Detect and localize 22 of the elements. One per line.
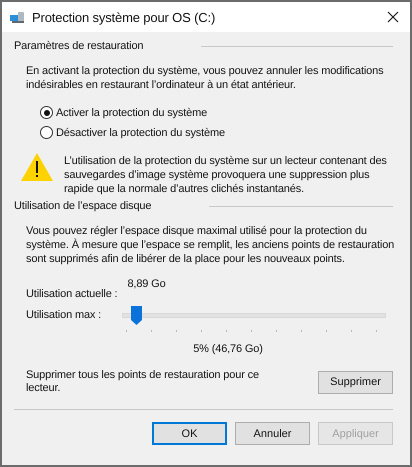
max-usage-reading: 5% (46,76 Go) — [193, 343, 263, 355]
current-usage-value: 8,89 Go — [127, 278, 166, 292]
delete-points-text: Supprimer tous les points de restauration pour ce lecteur. — [26, 369, 260, 395]
close-icon[interactable] — [386, 10, 400, 24]
description-text: En activant la protection du système, vous pouvez annuler les modifications indésirables en restaurant l’ordinateur à un état antérieur. — [26, 64, 384, 92]
dialog-button[interactable]: Annuler — [235, 422, 310, 445]
delete-button[interactable]: Supprimer — [318, 370, 393, 394]
radio-button[interactable] — [40, 106, 53, 119]
window-title: Protection système pour OS (C:) — [32, 10, 216, 24]
radio-option[interactable]: Désactiver la protection du système — [40, 126, 225, 139]
drive-icon — [10, 10, 26, 24]
radio-option[interactable]: Activer la protection du système — [40, 106, 208, 119]
group-heading: Utilisation de l’espace disque — [14, 200, 152, 212]
max-usage-label: Utilisation max : — [26, 308, 102, 321]
dialog-button[interactable]: OK — [152, 422, 227, 445]
radio-button[interactable] — [40, 126, 53, 139]
warning-text: L’utilisation de la protection du système sur un lecteur contenant des sauvegardes d’image système provoquera une suppression plus rapide que la normale d’autres clichés instantanés. — [64, 154, 388, 196]
current-usage-label: Utilisation actuelle : — [26, 288, 118, 300]
slider-thumb[interactable] — [130, 306, 142, 325]
description-text: Vous pouvez régler l’espace disque maximal utilisé pour la protection du système. À mesure que l’espace se remplit, les anciens points de restauration sont supprimés afin de libérer de la place pour les nouveaux points. — [26, 224, 396, 266]
warning-icon — [20, 152, 54, 182]
group-heading: Paramètres de restauration — [14, 40, 144, 52]
